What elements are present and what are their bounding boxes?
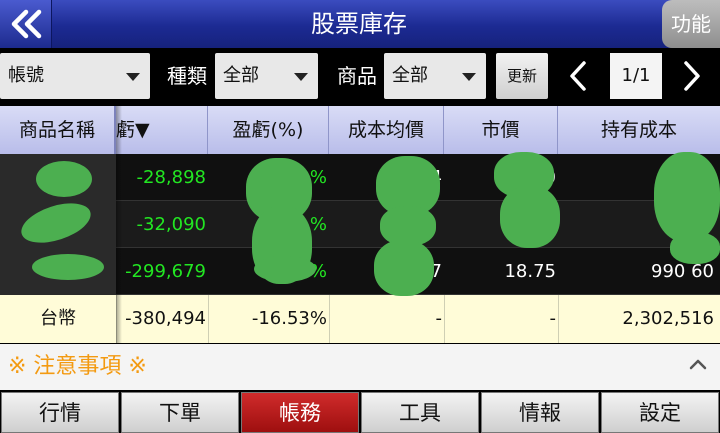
currency-cell: 台幣	[40, 308, 76, 329]
chevron-up-icon[interactable]	[688, 357, 708, 371]
refresh-button[interactable]: 更新	[496, 53, 548, 99]
pnl-cell: -28,898	[136, 167, 206, 188]
redaction-mark	[670, 232, 720, 264]
page-indicator: 1/1	[610, 53, 662, 99]
tab-order[interactable]: 下單	[121, 392, 239, 433]
bottom-tab-bar: 行情 下單 帳務 工具 情報 設定	[0, 390, 720, 433]
redaction-mark	[654, 152, 720, 242]
dropdown-arrow-icon	[462, 73, 476, 81]
column-divider	[444, 295, 445, 343]
chevron-left-icon	[570, 61, 586, 91]
pnl-cell: -299,679	[125, 261, 206, 282]
type-select[interactable]: 全部	[215, 53, 318, 99]
type-label: 種類	[167, 64, 207, 88]
table-row[interactable]: -28,898 0% 4 0 48	[0, 154, 720, 201]
redaction-mark	[254, 256, 316, 282]
table-row[interactable]: -32,090 %	[0, 201, 720, 248]
product-select-value: 全部	[392, 65, 428, 86]
tab-account[interactable]: 帳務	[241, 392, 359, 433]
account-select[interactable]: 帳號	[0, 53, 150, 99]
total-pnl-cell: -380,494	[125, 308, 206, 329]
notice-label: ※ 注意事項 ※	[8, 354, 147, 379]
tab-quotes[interactable]: 行情	[1, 392, 119, 433]
column-header-pnl-pct[interactable]: 盈虧(%)	[208, 106, 329, 154]
redaction-mark	[36, 161, 92, 197]
total-row: 台幣 -380,494 -16.53% - - 2,302,516	[0, 295, 720, 343]
column-divider	[329, 295, 330, 343]
type-select-value: 全部	[223, 65, 259, 86]
dropdown-arrow-icon	[294, 73, 308, 81]
total-avg-cost-cell: -	[435, 308, 443, 329]
account-select-value: 帳號	[8, 65, 44, 86]
filter-bar: 帳號 種類 全部 商品 全部 更新 1/1	[0, 48, 720, 106]
column-header-holding-cost[interactable]: 持有成本	[558, 106, 720, 154]
tab-tools[interactable]: 工具	[361, 392, 479, 433]
redaction-mark	[374, 240, 434, 296]
tab-info[interactable]: 情報	[481, 392, 599, 433]
pnl-cell: -32,090	[136, 214, 206, 235]
function-button[interactable]: 功能	[662, 0, 720, 48]
table-header: 商品名稱 虧▼ 盈虧(%) 成本均價 市價 持有成本	[0, 106, 720, 154]
tab-settings[interactable]: 設定	[601, 392, 719, 433]
total-holding-cost-cell: 2,302,516	[622, 308, 714, 329]
column-divider	[558, 295, 559, 343]
notice-bar[interactable]: ※ 注意事項 ※	[0, 344, 720, 390]
table-row[interactable]: -299,679 % 7 18.75 990 60	[0, 248, 720, 295]
column-header-price[interactable]: 市價	[444, 106, 558, 154]
title-bar: 股票庫存 功能	[0, 0, 720, 48]
column-header-pnl[interactable]: 虧▼	[116, 106, 208, 154]
chevron-right-icon	[684, 61, 700, 91]
next-page-button[interactable]	[672, 53, 712, 99]
frozen-column-shadow	[116, 106, 122, 344]
column-divider	[208, 295, 209, 343]
double-chevron-left-icon	[11, 9, 41, 39]
total-price-cell: -	[549, 308, 557, 329]
redaction-mark	[500, 186, 560, 248]
dropdown-arrow-icon	[126, 73, 140, 81]
product-label: 商品	[337, 64, 377, 88]
product-select[interactable]: 全部	[384, 53, 486, 99]
price-cell: 18.75	[504, 261, 556, 282]
total-pnl-pct-cell: -16.53%	[251, 308, 327, 329]
prev-page-button[interactable]	[558, 53, 598, 99]
page-title: 股票庫存	[311, 10, 407, 38]
column-header-name[interactable]: 商品名稱	[0, 106, 116, 154]
column-header-avg-cost[interactable]: 成本均價	[329, 106, 444, 154]
redaction-mark	[32, 254, 104, 280]
back-button[interactable]	[0, 0, 52, 48]
